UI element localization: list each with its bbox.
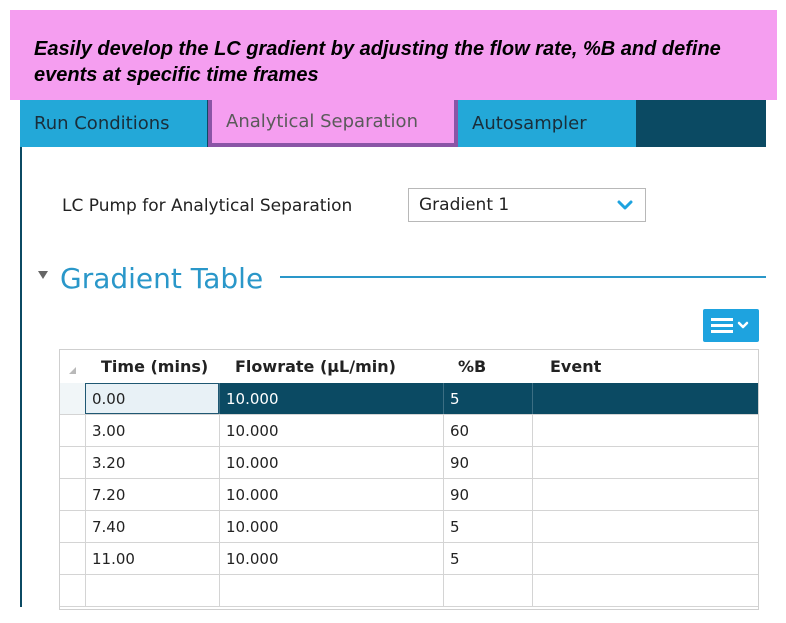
row-header[interactable] [60,383,85,414]
tab-bar: Run Conditions Analytical Separation Aut… [20,100,766,147]
row-header[interactable] [60,479,85,510]
cell-percent-b[interactable]: 60 [443,415,532,446]
section-divider [280,276,766,278]
pump-label: LC Pump for Analytical Separation [62,196,353,216]
row-header[interactable] [60,511,85,542]
cell-event[interactable] [532,575,758,606]
table-menu-button[interactable] [703,309,759,342]
cell-event[interactable] [532,383,758,414]
cell-percent-b[interactable]: 90 [443,447,532,478]
cell-percent-b[interactable]: 5 [443,543,532,574]
table-row[interactable]: 11.00 10.000 5 [60,543,758,575]
cell-time[interactable]: 11.00 [85,543,219,574]
pump-select[interactable]: Gradient 1 [408,188,646,222]
cell-time[interactable] [85,575,219,606]
cell-flowrate[interactable]: 10.000 [219,383,443,414]
cell-flowrate[interactable]: 10.000 [219,479,443,510]
collapse-triangle-icon[interactable] [38,270,48,280]
chevron-down-icon [617,200,633,210]
pump-select-value: Gradient 1 [419,195,510,215]
tab-analytical-separation[interactable]: Analytical Separation [208,100,458,147]
cell-percent-b[interactable]: 90 [443,479,532,510]
cell-percent-b[interactable]: 5 [443,383,532,414]
gradient-table: Time (mins) Flowrate (µL/min) %B Event 0… [59,349,759,610]
table-row[interactable]: 3.20 10.000 90 [60,447,758,479]
banner-line-2: events at specific time frames [34,64,319,86]
table-row[interactable]: 0.00 10.000 5 [60,383,758,415]
table-row[interactable]: 7.40 10.000 5 [60,511,758,543]
cell-time[interactable]: 7.20 [85,479,219,510]
cell-time[interactable]: 3.00 [85,415,219,446]
row-header[interactable] [60,575,85,606]
cell-time[interactable]: 7.40 [85,511,219,542]
cell-percent-b[interactable] [443,575,532,606]
table-row[interactable]: 3.00 10.000 60 [60,415,758,447]
header-percent-b[interactable]: %B [458,350,486,383]
row-header[interactable] [60,415,85,446]
table-header: Time (mins) Flowrate (µL/min) %B Event [60,350,758,384]
cell-event[interactable] [532,511,758,542]
header-event[interactable]: Event [550,350,601,383]
panel-left-border [20,147,22,607]
row-header[interactable] [60,543,85,574]
cell-flowrate[interactable] [219,575,443,606]
table-row[interactable]: 7.20 10.000 90 [60,479,758,511]
table-row-new[interactable] [60,575,758,607]
row-header[interactable] [60,447,85,478]
cell-flowrate[interactable]: 10.000 [219,415,443,446]
select-all-corner[interactable] [69,367,76,374]
hamburger-menu-icon [711,318,749,333]
cell-flowrate[interactable]: 10.000 [219,511,443,542]
banner-line-1: Easily develop the LC gradient by adjust… [34,38,721,60]
gradient-table-title: Gradient Table [60,262,264,295]
cell-event[interactable] [532,447,758,478]
cell-flowrate[interactable]: 10.000 [219,447,443,478]
header-time[interactable]: Time (mins) [101,350,208,383]
tab-autosampler[interactable]: Autosampler [458,100,636,147]
cell-flowrate[interactable]: 10.000 [219,543,443,574]
cell-time[interactable]: 0.00 [85,383,219,414]
cell-time[interactable]: 3.20 [85,447,219,478]
cell-percent-b[interactable]: 5 [443,511,532,542]
header-flowrate[interactable]: Flowrate (µL/min) [235,350,396,383]
cell-event[interactable] [532,479,758,510]
cell-event[interactable] [532,543,758,574]
callout-banner: Easily develop the LC gradient by adjust… [10,10,777,100]
tab-run-conditions[interactable]: Run Conditions [20,100,207,147]
cell-event[interactable] [532,415,758,446]
